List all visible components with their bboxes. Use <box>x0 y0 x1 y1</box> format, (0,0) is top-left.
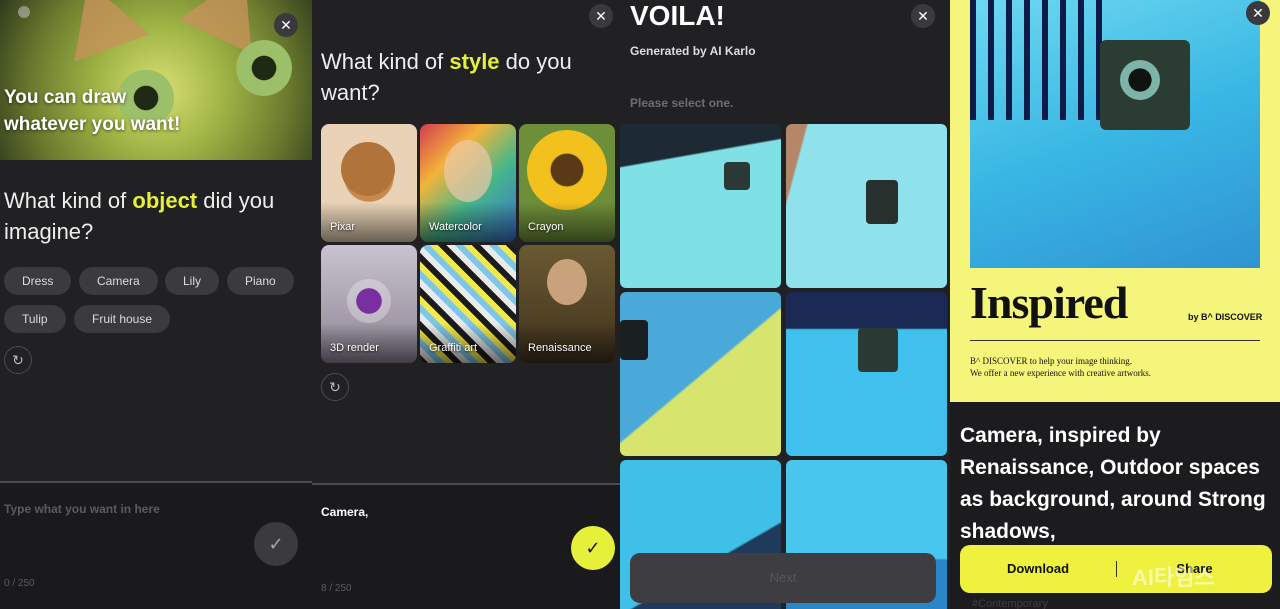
close-button[interactable]: ✕ <box>1246 1 1270 25</box>
camera-illustration <box>724 162 750 190</box>
poster-copy: B^ DISCOVER to help your image thinking.… <box>970 355 1151 379</box>
close-button[interactable]: ✕ <box>589 4 613 28</box>
cat-ear-left <box>50 0 150 62</box>
confirm-check-icon[interactable]: ✓ <box>571 526 615 570</box>
style-card-pixar[interactable]: Pixar <box>321 124 417 242</box>
prompt-input[interactable]: Type what you want in here ✓ 0 / 250 <box>0 483 312 609</box>
char-counter: 8 / 250 <box>321 583 352 594</box>
watermark-logo: AI타임스 <box>1132 565 1215 590</box>
poster-byline: by B^ DISCOVER <box>1188 312 1263 322</box>
chip-fruit-house[interactable]: Fruit house <box>74 305 171 333</box>
question-highlight: style <box>449 49 500 74</box>
style-label: Pixar <box>330 221 356 233</box>
camera-illustration <box>858 328 898 372</box>
pixar-dog-illustration <box>341 142 395 196</box>
poster: Inspired by B^ DISCOVER B^ DISCOVER to h… <box>950 0 1280 402</box>
chip-tulip[interactable]: Tulip <box>4 305 66 333</box>
char-counter: 0 / 250 <box>4 578 35 589</box>
camera-lens-illustration <box>1120 60 1160 100</box>
prompt-caption: Camera, inspired by Renaissance, Outdoor… <box>960 424 1266 543</box>
input-placeholder: Type what you want in here <box>4 502 160 516</box>
style-label: Renaissance <box>528 342 592 354</box>
app-screens: You can draw whatever you want! ✕ What k… <box>0 0 1280 609</box>
chip-camera[interactable]: Camera <box>79 267 158 295</box>
hero-line-2: whatever you want! <box>4 114 181 135</box>
poster-title: Inspired <box>970 277 1128 328</box>
style-card-renaissance[interactable]: Renaissance <box>519 245 615 363</box>
input-value: Camera, <box>321 505 369 519</box>
style-label: Watercolor <box>429 221 482 233</box>
poster-divider <box>970 340 1260 341</box>
confirm-check-icon[interactable]: ✓ <box>254 522 298 566</box>
sunflower-illustration <box>527 130 607 210</box>
action-bar: Download Share <box>960 545 1272 593</box>
camera-illustration <box>866 180 898 224</box>
chip-lily[interactable]: Lily <box>165 267 220 295</box>
chip-piano[interactable]: Piano <box>227 267 294 295</box>
style-card-crayon[interactable]: Crayon <box>519 124 615 242</box>
camera-dot <box>18 6 30 18</box>
style-label: Crayon <box>528 221 564 233</box>
object-question: What kind of object did you imagine? <box>4 185 304 247</box>
style-select-screen: ✕ What kind of style do you want? Pixar … <box>312 0 620 609</box>
style-card-watercolor[interactable]: Watercolor <box>420 124 516 242</box>
style-question: What kind of style do you want? <box>321 46 611 108</box>
watercolor-face-illustration <box>444 140 492 202</box>
question-prefix: What kind of <box>321 49 450 74</box>
style-label: 3D render <box>330 342 379 354</box>
next-button[interactable]: Next <box>630 553 936 603</box>
select-instruction: Please select one. <box>630 96 734 110</box>
download-button[interactable]: Download <box>960 545 1116 593</box>
result-image-4[interactable] <box>786 292 947 456</box>
hero-line-1: You can draw <box>4 87 127 108</box>
reset-icon[interactable]: ↻ <box>321 373 349 401</box>
chip-dress[interactable]: Dress <box>4 267 72 295</box>
portrait-face-illustration <box>547 259 587 305</box>
camera-illustration <box>620 320 648 360</box>
style-card-graffiti-art[interactable]: Graffiti art <box>420 245 516 363</box>
style-label: Graffiti art <box>429 342 478 354</box>
result-image-1[interactable] <box>620 124 781 288</box>
poster-copy-line-1: B^ DISCOVER to help your image thinking. <box>970 356 1132 366</box>
prompt-input[interactable]: Camera, ✓ 8 / 250 <box>312 485 620 609</box>
style-card-3d-render[interactable]: 3D render <box>321 245 417 363</box>
close-button[interactable]: ✕ <box>911 4 935 28</box>
render-vase-illustration <box>347 279 391 323</box>
result-image-2[interactable] <box>786 124 947 288</box>
poster-copy-line-2: We offer a new experience with creative … <box>970 368 1152 378</box>
poster-image <box>970 0 1260 268</box>
close-button[interactable]: ✕ <box>274 13 298 37</box>
result-select-screen: VOILA! Generated by AI Karlo Please sele… <box>620 0 950 609</box>
result-image-3[interactable] <box>620 292 781 456</box>
hero-headline: You can draw whatever you want! <box>4 84 180 138</box>
question-prefix: What kind of <box>4 188 133 213</box>
cat-eye-right <box>236 40 292 96</box>
hero-image: You can draw whatever you want! <box>0 0 312 160</box>
result-title: VOILA! <box>630 0 725 31</box>
railing-illustration <box>970 0 1110 120</box>
question-highlight: object <box>132 188 198 213</box>
reset-icon[interactable]: ↻ <box>4 346 32 374</box>
result-subtitle: Generated by AI Karlo <box>630 44 756 58</box>
object-select-screen: You can draw whatever you want! ✕ What k… <box>0 0 312 609</box>
hashtag: #Contemporary <box>972 598 1048 609</box>
share-screen: Inspired by B^ DISCOVER B^ DISCOVER to h… <box>950 0 1280 609</box>
